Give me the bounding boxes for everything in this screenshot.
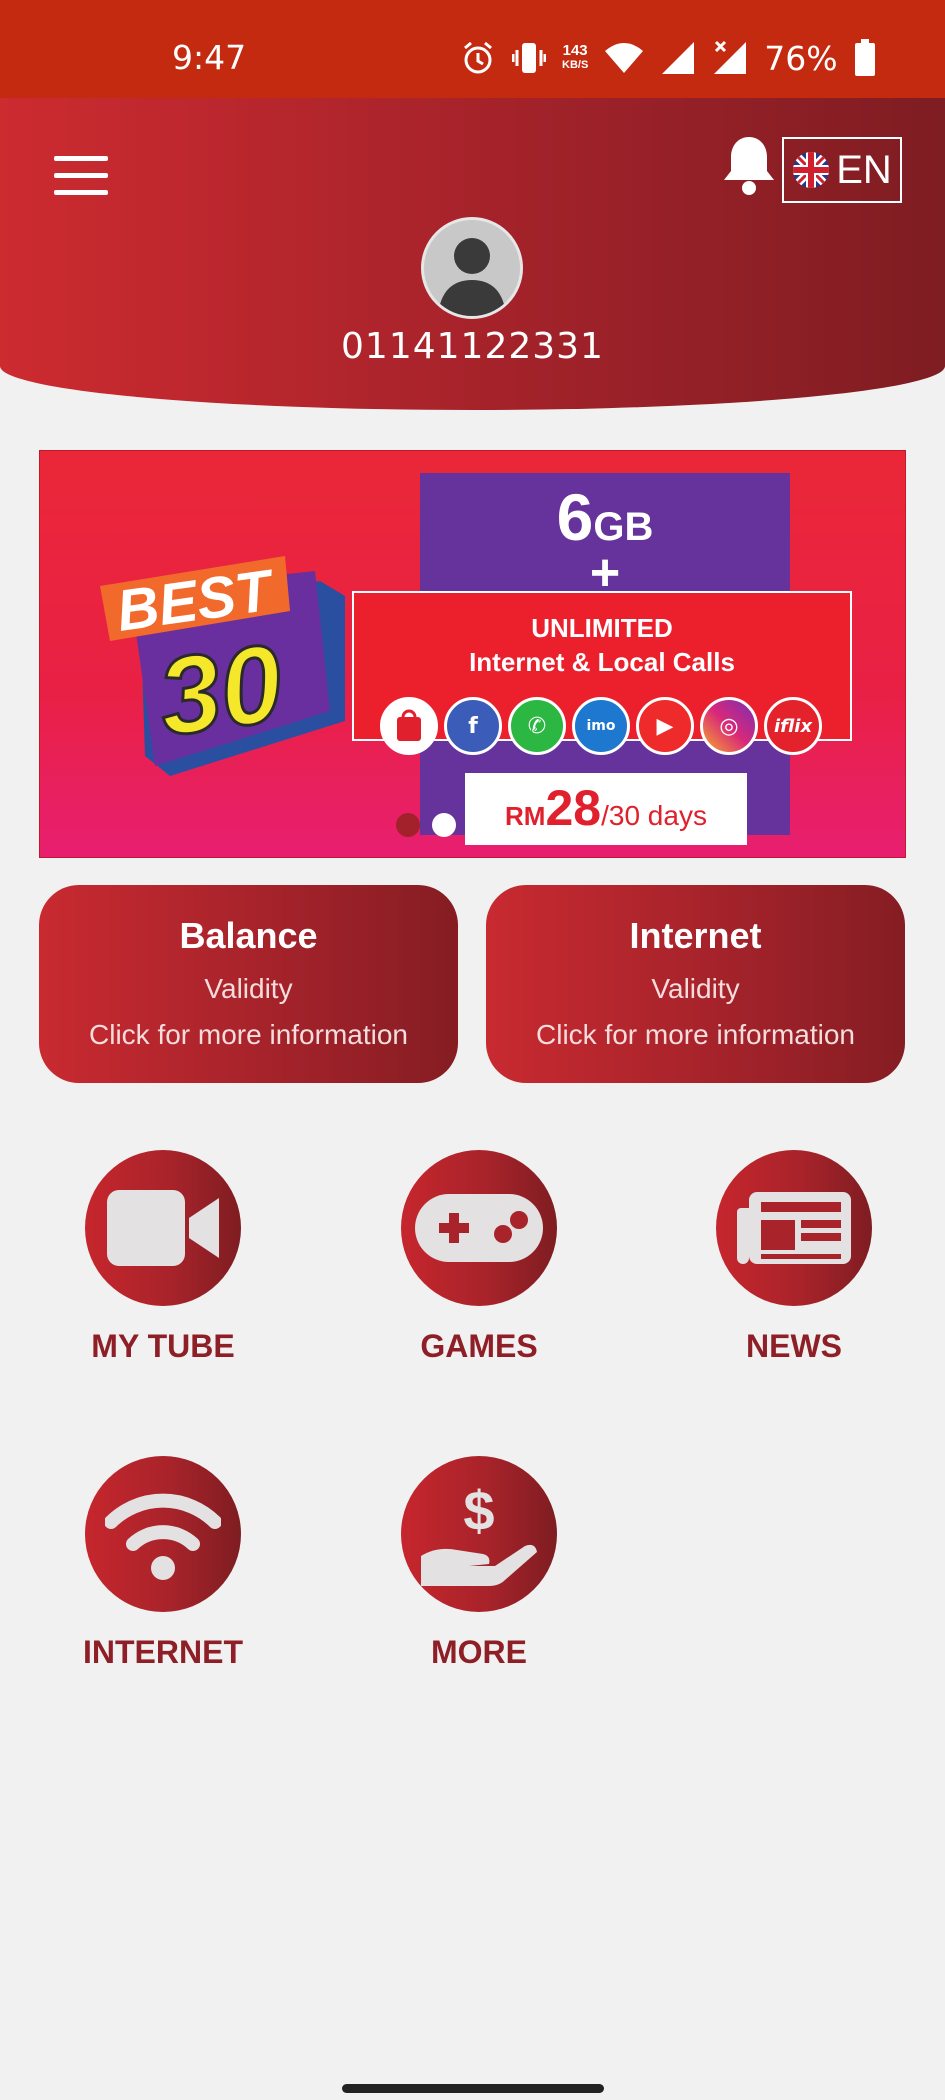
menu-games-label: GAMES [420,1328,538,1364]
balance-more-info: Click for more information [89,1019,408,1050]
facebook-icon: f [444,697,502,755]
alarm-icon [464,41,492,74]
status-bar: 9:47 143 KB/S 76% [0,0,945,98]
menu-internet[interactable]: INTERNET [53,1456,273,1671]
battery-icon [854,39,875,76]
internet-validity: Validity [651,973,740,1004]
user-icon [438,238,506,316]
banner-line2: Internet & Local Calls [469,647,735,677]
status-icons: 143 KB/S 76% [460,38,876,78]
vibrate-icon [512,43,546,73]
hamburger-icon [54,156,108,161]
best-30-badge: BEST 30 [100,556,345,776]
avatar[interactable] [421,217,523,319]
menu-more-label: MORE [431,1634,527,1670]
whatsapp-icon: ✆ [508,697,566,755]
store-app-icon [380,697,438,755]
bell-icon[interactable] [720,133,778,197]
signal-no-data-icon [714,40,747,74]
language-button[interactable]: EN [782,137,902,203]
svg-text:$: $ [463,1479,494,1542]
menu-button[interactable] [54,156,108,196]
status-time: 9:47 [172,38,247,77]
gamepad-icon [415,1194,543,1262]
signal-icon [662,42,695,74]
imo-icon: imo [572,697,630,755]
internet-more-info: Click for more information [536,1019,855,1050]
banner-best-number: 30 [151,621,289,760]
uk-flag-icon [793,152,830,188]
banner-price: RM 28 /30 days [465,773,747,845]
carousel-dot-2[interactable] [432,813,456,837]
instagram-icon: ◎ [700,697,758,755]
menu-news[interactable]: NEWS [684,1150,904,1365]
video-camera-icon [107,1190,219,1266]
wifi-icon [605,43,644,73]
battery-percent: 76% [764,38,838,78]
language-label: EN [836,147,892,192]
menu-my-tube[interactable]: MY TUBE [53,1150,273,1365]
carousel-dot-1[interactable] [396,813,420,837]
balance-card[interactable]: Balance Validity Click for more informat… [39,885,458,1083]
phone-number: 01141122331 [341,326,604,367]
menu-news-label: NEWS [746,1328,842,1364]
home-indicator[interactable] [342,2084,604,2093]
menu-internet-label: INTERNET [83,1634,243,1670]
internet-card-title: Internet [629,915,762,956]
carousel-indicator [396,813,456,837]
balance-card-title: Balance [179,915,318,956]
banner-line1: UNLIMITED [531,613,673,643]
promo-banner[interactable]: 6GB + UNLIMITED Internet & Local Calls f… [39,450,906,858]
menu-my-tube-label: MY TUBE [91,1328,235,1364]
menu-games[interactable]: GAMES [369,1150,589,1365]
youtube-icon: ▶ [636,697,694,755]
menu-more[interactable]: $ MORE [369,1456,589,1671]
iflix-icon: iflix [764,697,822,755]
balance-validity: Validity [204,973,293,1004]
newspaper-icon [737,1192,851,1264]
money-hand-icon: $ [421,1479,537,1586]
internet-card[interactable]: Internet Validity Click for more informa… [486,885,905,1083]
wifi-icon [105,1493,221,1580]
banner-app-icons: f ✆ imo ▶ ◎ iflix [380,697,822,755]
network-speed: 143 KB/S [562,42,589,71]
